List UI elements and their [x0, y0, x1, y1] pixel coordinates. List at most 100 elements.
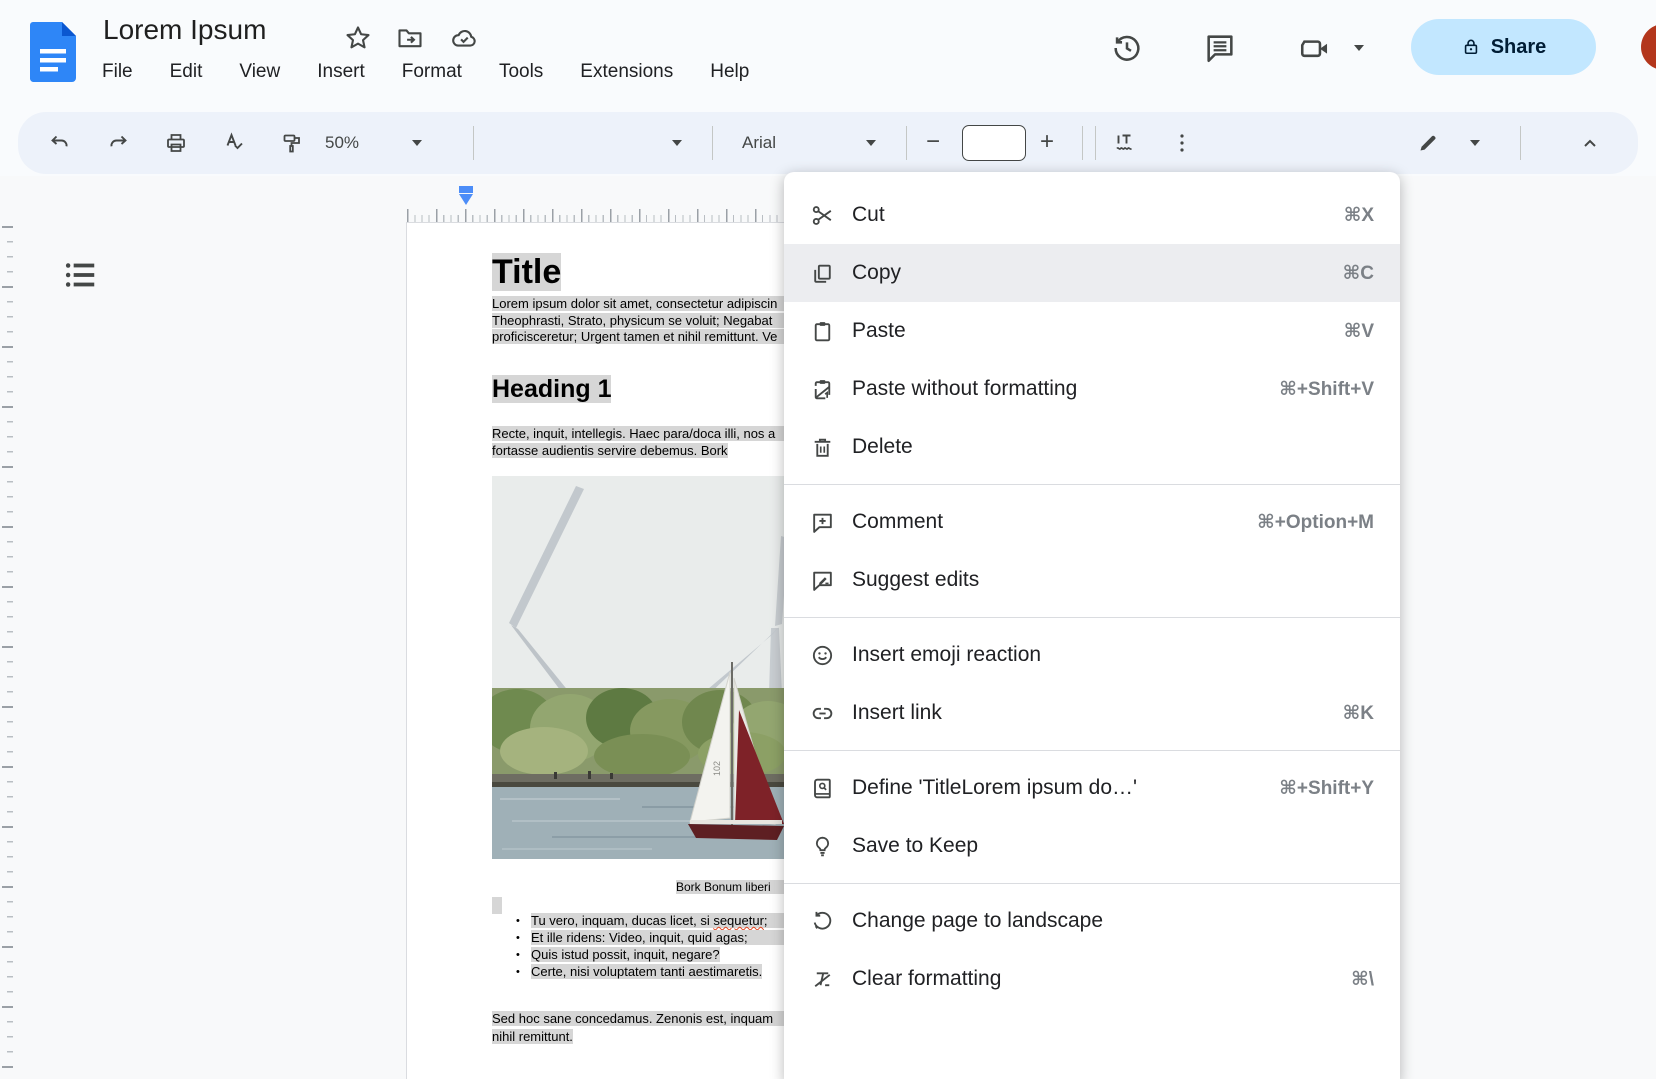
comments-icon[interactable]: [1203, 31, 1237, 65]
menu-item-delete[interactable]: Delete: [784, 418, 1400, 476]
suggest-edits-icon: [810, 568, 835, 593]
menu-help[interactable]: Help: [708, 59, 751, 85]
spellcheck-icon[interactable]: [222, 131, 246, 155]
account-avatar[interactable]: [1641, 24, 1656, 70]
meet-dropdown-caret[interactable]: [1354, 45, 1364, 51]
menu-tools[interactable]: Tools: [497, 59, 545, 85]
menu-item-shortcut: ⌘X: [1344, 204, 1374, 227]
doc-text-line: nihil remittunt.: [492, 1028, 573, 1046]
misspelled-word: sequetur: [713, 913, 764, 928]
menu-item-suggest-edits[interactable]: Suggest edits: [784, 551, 1400, 609]
zoom-value[interactable]: 50%: [325, 133, 359, 153]
move-to-folder-icon[interactable]: [396, 24, 424, 52]
menu-divider: [784, 883, 1400, 884]
vertical-ruler: [0, 226, 13, 1079]
print-icon[interactable]: [164, 131, 188, 155]
menu-item-comment[interactable]: Comment ⌘+Option+M: [784, 493, 1400, 551]
decrease-font-size-button[interactable]: −: [926, 127, 940, 157]
menu-extensions[interactable]: Extensions: [578, 59, 675, 85]
menu-item-save-to-keep[interactable]: Save to Keep: [784, 817, 1400, 875]
menu-file[interactable]: File: [100, 59, 135, 85]
show-outline-icon[interactable]: [60, 256, 100, 294]
menu-item-label: Define 'TitleLorem ipsum do…': [852, 776, 1259, 800]
menu-item-label: Cut: [852, 203, 1324, 227]
menu-item-shortcut: ⌘\: [1351, 968, 1374, 991]
toolbar-divider: [1520, 126, 1521, 160]
menu-item-shortcut: ⌘+Shift+Y: [1279, 777, 1374, 800]
menu-format[interactable]: Format: [400, 59, 464, 85]
define-icon: [810, 776, 835, 801]
toolbar-divider: [473, 126, 474, 160]
paint-format-icon[interactable]: [280, 131, 304, 155]
menu-divider: [784, 750, 1400, 751]
toolbar-divider: [906, 126, 907, 160]
docs-logo-icon[interactable]: [30, 22, 76, 82]
menu-item-insert-emoji-reaction[interactable]: Insert emoji reaction: [784, 626, 1400, 684]
doc-bullet-item: •Certe, nisi voluptatem tanti aestimaret…: [516, 964, 762, 980]
menu-item-label: Paste without formatting: [852, 377, 1259, 401]
rotate-page-icon: [810, 909, 835, 934]
font-dropdown-caret[interactable]: [866, 140, 876, 146]
menu-item-label: Paste: [852, 319, 1324, 343]
menu-item-define[interactable]: Define 'TitleLorem ipsum do…' ⌘+Shift+Y: [784, 759, 1400, 817]
menu-item-shortcut: ⌘+Option+M: [1257, 511, 1374, 534]
meet-video-icon[interactable]: [1298, 31, 1332, 65]
menu-item-clear-formatting[interactable]: Clear formatting ⌘\: [784, 950, 1400, 1008]
menu-item-label: Suggest edits: [852, 568, 1354, 592]
link-icon: [810, 701, 835, 726]
increase-font-size-button[interactable]: +: [1040, 127, 1054, 157]
toolbar: 50% Arial − +: [18, 112, 1638, 174]
font-family-value[interactable]: Arial: [742, 133, 776, 153]
hide-menus-chevron-icon[interactable]: [1578, 131, 1602, 155]
menu-item-change-page-to-landscape[interactable]: Change page to landscape: [784, 892, 1400, 950]
lock-icon: [1461, 36, 1481, 58]
font-size-input[interactable]: [962, 125, 1026, 161]
editing-mode-pen-icon[interactable]: [1416, 131, 1440, 155]
version-history-icon[interactable]: [1110, 31, 1144, 65]
editing-mode-caret[interactable]: [1470, 140, 1480, 146]
doc-bullet-item: •Et ille ridens: Video, inquit, quid aga…: [516, 930, 818, 946]
menu-divider: [784, 484, 1400, 485]
menu-item-shortcut: ⌘V: [1344, 320, 1374, 343]
menu-item-label: Clear formatting: [852, 967, 1331, 991]
share-button[interactable]: Share: [1411, 19, 1596, 75]
menu-edit[interactable]: Edit: [168, 59, 205, 85]
menu-item-label: Insert link: [852, 701, 1323, 725]
document-title[interactable]: Lorem Ipsum: [103, 14, 266, 46]
menu-item-insert-link[interactable]: Insert link ⌘K: [784, 684, 1400, 742]
more-options-icon[interactable]: [1170, 131, 1194, 155]
menu-item-paste-without-formatting[interactable]: Paste without formatting ⌘+Shift+V: [784, 360, 1400, 418]
cloud-saved-icon[interactable]: [450, 24, 478, 52]
menu-item-copy[interactable]: Copy ⌘C: [784, 244, 1400, 302]
google-docs-window: Lorem Ipsum File Edit View Insert Format…: [0, 0, 1656, 1079]
redo-icon[interactable]: [106, 131, 130, 155]
menu-item-shortcut: ⌘+Shift+V: [1279, 378, 1374, 401]
menu-item-label: Comment: [852, 510, 1237, 534]
menu-item-shortcut: ⌘C: [1343, 262, 1374, 285]
add-comment-icon: [810, 510, 835, 535]
menu-divider: [784, 617, 1400, 618]
paste-icon: [810, 319, 835, 344]
menubar: File Edit View Insert Format Tools Exten…: [100, 59, 751, 85]
paste-without-formatting-icon: [810, 377, 835, 402]
share-label: Share: [1491, 36, 1547, 59]
menu-insert[interactable]: Insert: [315, 59, 367, 85]
undo-icon[interactable]: [48, 131, 72, 155]
text-spacing-icon[interactable]: [1112, 131, 1136, 155]
zoom-dropdown-caret[interactable]: [412, 140, 422, 146]
copy-icon: [810, 261, 835, 286]
doc-inline-image[interactable]: 102: [492, 476, 788, 859]
context-menu: Cut ⌘X Copy ⌘C Paste ⌘V: [784, 172, 1400, 1079]
doc-text-line: fortasse audientis servire debemus. Bork: [492, 443, 728, 459]
menu-item-paste[interactable]: Paste ⌘V: [784, 302, 1400, 360]
styles-dropdown-caret[interactable]: [672, 140, 682, 146]
menu-item-label: Change page to landscape: [852, 909, 1354, 933]
doc-heading-1: Heading 1: [492, 375, 611, 404]
indent-marker[interactable]: [458, 186, 474, 208]
menu-view[interactable]: View: [237, 59, 282, 85]
menu-item-label: Save to Keep: [852, 834, 1354, 858]
toolbar-divider: [712, 126, 713, 160]
star-icon[interactable]: [344, 24, 372, 52]
menu-item-cut[interactable]: Cut ⌘X: [784, 186, 1400, 244]
menu-item-label: Copy: [852, 261, 1323, 285]
